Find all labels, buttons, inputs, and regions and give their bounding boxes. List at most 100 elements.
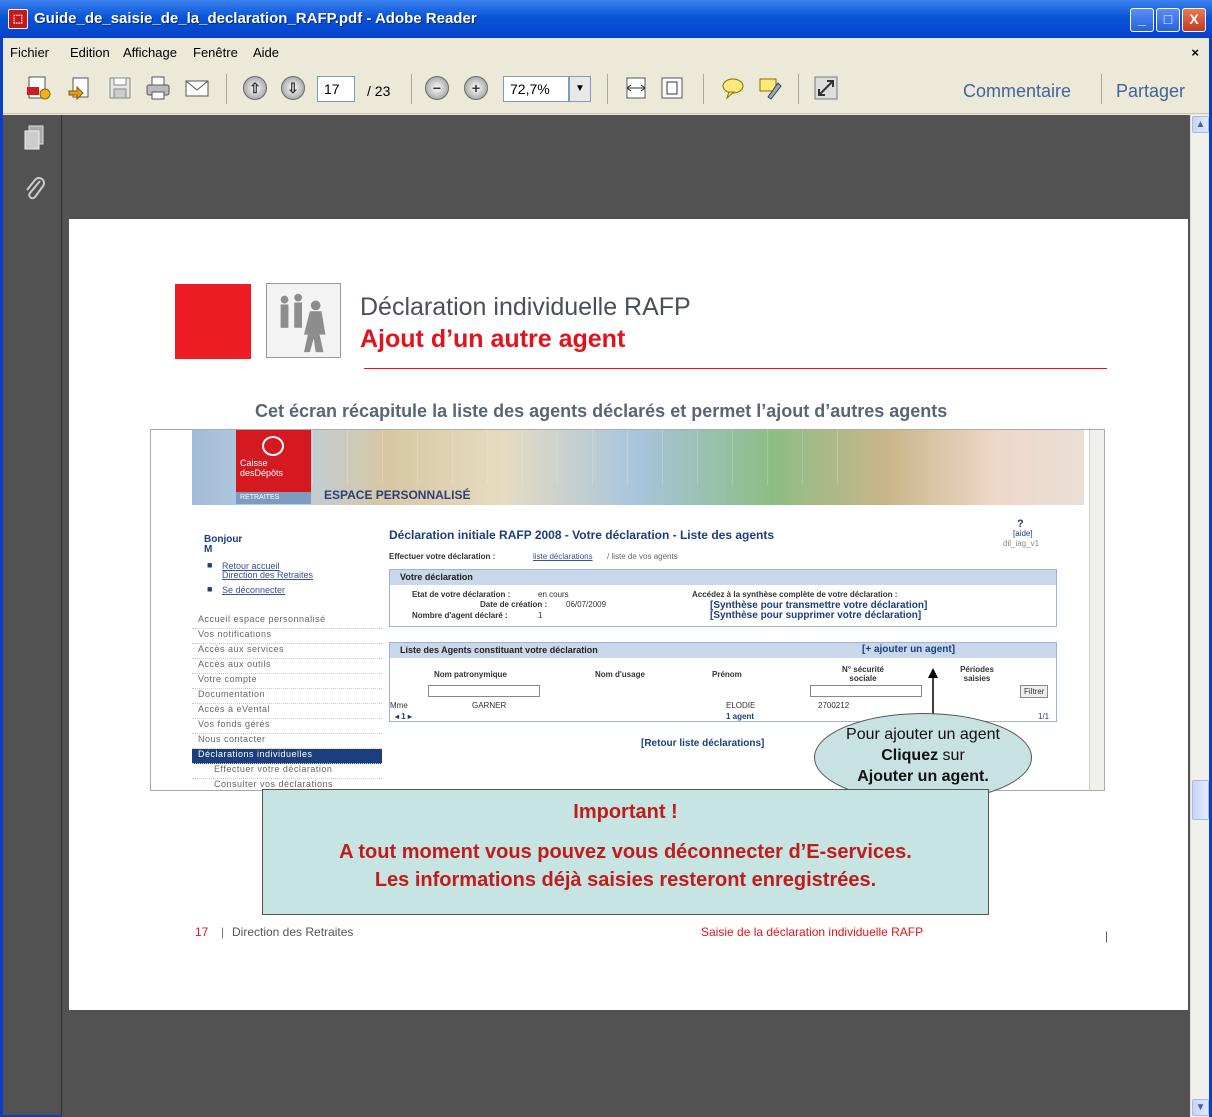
filter-nom-input[interactable] xyxy=(428,685,540,697)
fit-page-icon[interactable] xyxy=(659,75,685,101)
espace-personnalise-title: ESPACE PERSONNALISÉ xyxy=(324,488,471,502)
scroll-thumb[interactable] xyxy=(1192,780,1209,820)
partager-button[interactable]: Partager xyxy=(1116,81,1185,102)
pdf-page: Déclaration individuelle RAFP Ajout d’un… xyxy=(69,219,1188,1010)
create-pdf-icon[interactable] xyxy=(25,75,51,101)
menu-fichier[interactable]: Fichier xyxy=(10,45,49,60)
export-icon[interactable] xyxy=(67,75,93,101)
print-icon[interactable] xyxy=(145,75,171,101)
nav-item[interactable]: Votre compte xyxy=(192,674,382,689)
agents-box: Liste des Agents constituant votre décla… xyxy=(389,642,1057,722)
retour-declarations-link[interactable]: [Retour liste déclarations] xyxy=(641,738,764,749)
zoom-out-icon[interactable]: − xyxy=(425,76,449,100)
filtrer-button[interactable]: Filtrer xyxy=(1020,685,1049,698)
column-header[interactable]: Prénom xyxy=(712,670,742,679)
nav-item[interactable]: Accès aux services xyxy=(192,644,382,659)
close-button[interactable]: X xyxy=(1182,8,1206,32)
save-icon[interactable] xyxy=(107,75,133,101)
breadcrumb-link[interactable]: liste déclarations xyxy=(533,552,593,561)
menu-edition[interactable]: Edition xyxy=(70,45,110,60)
box-title: Votre déclaration xyxy=(390,570,1056,585)
vertical-scrollbar[interactable]: ▲ ▼ xyxy=(1190,115,1209,1117)
maximize-button[interactable]: □ xyxy=(1156,8,1180,32)
nb-agent-label: Nombre d'agent déclaré : xyxy=(412,611,508,620)
email-icon[interactable] xyxy=(184,75,210,101)
minimize-button[interactable]: _ xyxy=(1130,8,1154,32)
menu-fenetre[interactable]: Fenêtre xyxy=(193,45,238,60)
column-header[interactable]: Nom patronymique xyxy=(434,670,507,679)
screenshot-scrollbar xyxy=(1089,430,1104,790)
heading-divider xyxy=(364,368,1107,369)
breadcrumb-rest: / liste de vos agents xyxy=(607,552,678,561)
row-prenom: ELODIE xyxy=(726,701,756,710)
callout-bold: Cliquez xyxy=(881,747,939,764)
nav-subitem[interactable]: Effectuer votre déclaration xyxy=(192,764,382,779)
next-page-icon[interactable]: ⇩ xyxy=(281,76,305,100)
fit-width-icon[interactable] xyxy=(623,75,649,101)
footer-rule: | xyxy=(1105,929,1109,943)
toolbar-separator xyxy=(607,74,608,104)
nav-item[interactable]: Nous contacter xyxy=(192,734,382,749)
nb-agent-value: 1 xyxy=(538,611,543,620)
pager-arrows-icon[interactable]: ◂ 1 ▸ xyxy=(395,712,412,721)
aide-link[interactable]: [aide] xyxy=(1013,529,1033,538)
important-box: Important ! A tout moment vous pouvez vo… xyxy=(262,789,989,915)
highlight-icon[interactable] xyxy=(756,75,782,101)
filter-nss-input[interactable] xyxy=(810,685,922,697)
nav-item[interactable]: Accès aux outils xyxy=(192,659,382,674)
footer-left: Direction des Retraites xyxy=(232,925,354,939)
synthese-supprimer-link[interactable]: [Synthèse pour supprimer votre déclarati… xyxy=(710,610,921,621)
zoom-field[interactable]: 72,7% xyxy=(503,76,569,102)
window-title: Guide_de_saisie_de_la_declaration_RAFP.p… xyxy=(34,10,477,27)
logo-subtitle: RETRAITES xyxy=(236,492,311,504)
footer-divider: | xyxy=(221,925,225,939)
menu-aide[interactable]: Aide xyxy=(253,45,279,60)
callout-line: Pour ajouter un agent xyxy=(846,726,1000,743)
footer-page-number: 17 xyxy=(195,925,209,939)
nav-item[interactable]: Documentation xyxy=(192,689,382,704)
close-document-icon[interactable]: × xyxy=(1191,45,1199,60)
page-subheading: Ajout d’un autre agent xyxy=(360,325,626,353)
zoom-in-icon[interactable]: + xyxy=(464,76,488,100)
user-initial: M xyxy=(204,544,213,555)
column-header[interactable]: N° sécurité sociale xyxy=(828,665,898,683)
full-screen-icon[interactable] xyxy=(813,75,839,101)
page-number-input[interactable]: 17 xyxy=(317,76,355,102)
nav-item[interactable]: Vos notifications xyxy=(192,629,382,644)
menu-bar: Fichier Edition Affichage Fenêtre Aide × xyxy=(3,38,1209,64)
ajouter-agent-link[interactable]: [+ ajouter un agent] xyxy=(862,644,955,655)
logo-emblem-icon xyxy=(262,436,284,456)
title-bar[interactable]: ⬚ Guide_de_saisie_de_la_declaration_RAFP… xyxy=(0,0,1212,38)
date-value: 06/07/2009 xyxy=(566,600,607,609)
footer-right: Saisie de la déclaration individuelle RA… xyxy=(701,925,924,939)
toolbar-separator xyxy=(1101,74,1102,104)
nav-item[interactable]: Accueil espace personnalisé xyxy=(192,614,382,629)
scroll-down-icon[interactable]: ▼ xyxy=(1192,1099,1209,1116)
logo-text: desDépôts xyxy=(240,468,284,478)
direction-retraites-link[interactable]: Direction des Retraites xyxy=(222,570,313,580)
scroll-up-icon[interactable]: ▲ xyxy=(1192,116,1209,133)
nav-item-active[interactable]: Déclarations individuelles xyxy=(192,749,382,764)
column-header[interactable]: Périodes saisies xyxy=(952,665,1002,683)
previous-page-icon[interactable]: ⇧ xyxy=(243,76,267,100)
zoom-dropdown-icon[interactable]: ▼ xyxy=(569,76,591,102)
nav-item[interactable]: Vos fonds gérés xyxy=(192,719,382,734)
important-line: A tout moment vous pouvez vous déconnect… xyxy=(339,841,912,863)
attachments-icon[interactable] xyxy=(23,175,47,203)
column-header[interactable]: Nom d'usage xyxy=(595,670,645,679)
comment-icon[interactable] xyxy=(720,75,746,101)
bullet-icon: ■ xyxy=(207,560,213,570)
page-heading: Déclaration individuelle RAFP xyxy=(360,293,691,321)
important-line: Les informations déjà saisies resteront … xyxy=(374,869,877,891)
se-deconnecter-link[interactable]: Se déconnecter xyxy=(222,585,285,595)
pdf-app-icon: ⬚ xyxy=(8,9,28,29)
etat-value: en cours xyxy=(538,590,569,599)
toolbar: ⇧ ⇩ 17 / 23 − + 72,7% ▼ Commentaire Part… xyxy=(3,64,1209,114)
people-pictogram-icon xyxy=(266,283,341,358)
commentaire-button[interactable]: Commentaire xyxy=(963,81,1071,102)
pager-count: 1/1 xyxy=(1038,712,1050,721)
nav-item[interactable]: Accès à eVental xyxy=(192,704,382,719)
important-title: Important ! xyxy=(573,801,678,823)
menu-affichage[interactable]: Affichage xyxy=(123,45,177,60)
pages-icon[interactable] xyxy=(23,125,45,151)
